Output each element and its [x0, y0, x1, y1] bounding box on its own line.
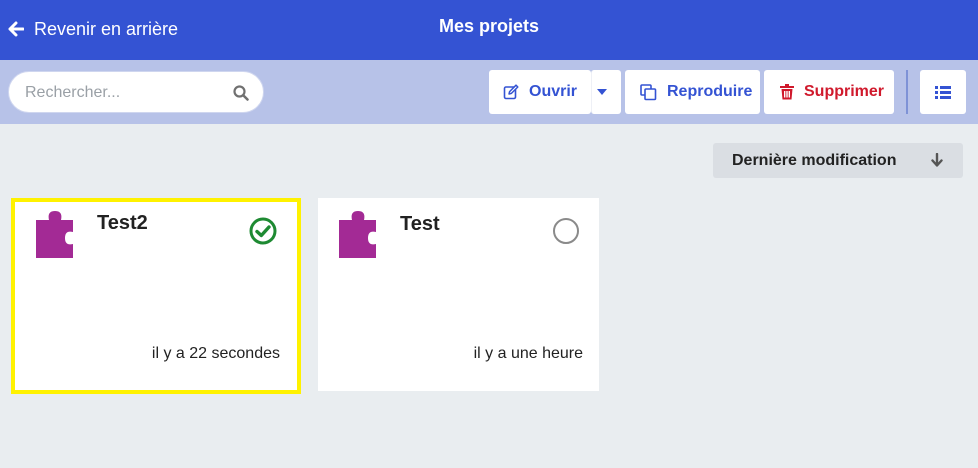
page-title: Mes projets	[438, 16, 540, 36]
arrow-down-icon	[931, 153, 943, 167]
copy-icon	[640, 83, 657, 100]
project-card[interactable]: Test il y a une heure	[318, 198, 599, 391]
project-title: Test	[400, 213, 440, 235]
search-icon[interactable]	[233, 85, 249, 101]
delete-button-label: Supprimer	[804, 83, 885, 100]
toolbar: Ouvrir Reproduire Supprimer	[0, 60, 978, 124]
delete-button[interactable]: Supprimer	[764, 70, 894, 114]
puzzle-icon	[339, 211, 376, 258]
list-view-button[interactable]	[920, 70, 966, 114]
project-card[interactable]: Test2 il y a 22 secondes	[11, 198, 301, 394]
duplicate-button-label: Reproduire	[667, 83, 753, 100]
duplicate-button[interactable]: Reproduire	[625, 70, 760, 114]
project-modified-time: il y a 22 secondes	[151, 345, 280, 362]
search-input[interactable]	[25, 82, 225, 104]
project-title: Test2	[97, 212, 148, 234]
sort-button[interactable]: Dernière modification	[713, 143, 963, 178]
sort-button-label: Dernière modification	[732, 152, 897, 169]
project-modified-time: il y a une heure	[473, 345, 583, 362]
search-box	[8, 71, 264, 113]
empty-circle-icon[interactable]	[552, 217, 580, 245]
check-circle-icon[interactable]	[249, 217, 277, 245]
edit-icon	[503, 84, 519, 100]
list-icon	[935, 85, 951, 99]
open-button-label: Ouvrir	[529, 83, 578, 100]
trash-icon	[780, 84, 794, 100]
open-dropdown-button[interactable]	[591, 70, 621, 114]
header-bar: Revenir en arrière Mes projets	[0, 0, 978, 60]
puzzle-icon	[36, 211, 73, 258]
open-button[interactable]: Ouvrir	[489, 70, 591, 114]
caret-down-icon	[596, 89, 607, 95]
toolbar-divider	[906, 70, 908, 114]
